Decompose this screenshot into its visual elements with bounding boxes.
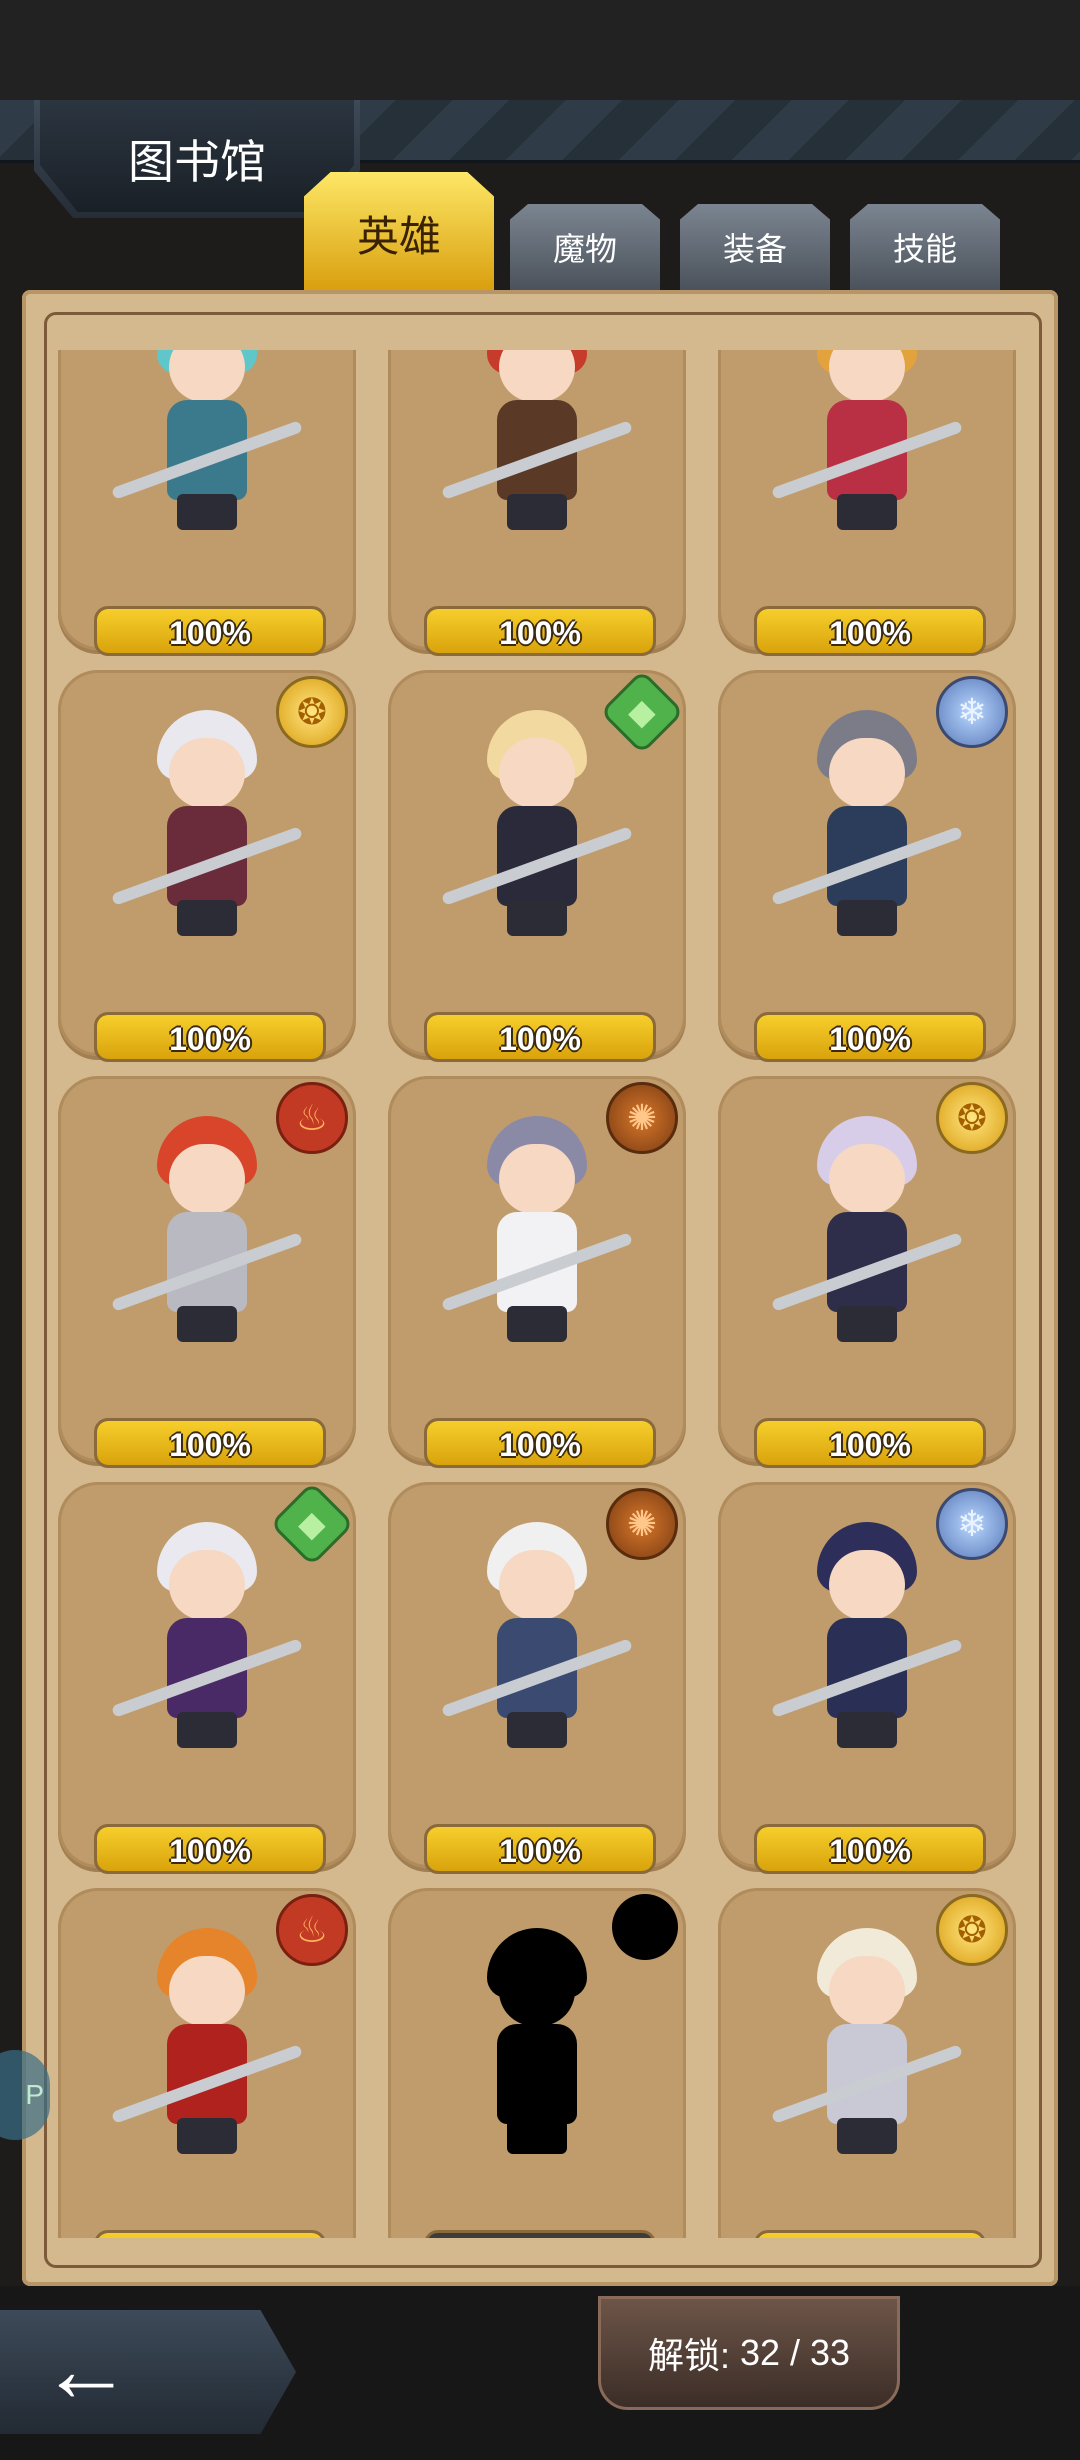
red-element-icon: ♨ [276,1082,348,1154]
tab-equipment[interactable]: 装备 [680,204,830,290]
tab-label: 装备 [722,231,787,267]
progress-label: 100% [499,615,581,651]
progress-bar: 100% [424,1824,656,1874]
progress-bar: 100% [424,1012,656,1062]
blue-element-icon: ❄ [936,676,1008,748]
progress-bar: 100% [424,606,656,656]
hero-card[interactable]: 100% [718,350,1016,656]
progress-fill [97,2233,323,2238]
hero-portrait [770,710,964,940]
progress-bar: 100% [754,1824,986,1874]
tab-label: 技能 [892,231,957,267]
back-arrow-icon: ← [40,2319,132,2421]
hero-card[interactable]: ❂ 100% [718,1076,1016,1468]
progress-label: 100% [169,615,251,651]
gold-element-icon: ❂ [936,1082,1008,1154]
hero-portrait [440,710,634,940]
progress-bar: 0% [424,2230,656,2238]
progress-label: 100% [829,1021,911,1057]
red-element-icon: ♨ [276,1894,348,1966]
locked-hero-silhouette [457,1928,617,2158]
hero-card[interactable]: ◆ 100% [58,1481,356,1874]
unlock-counter: 解锁: 32 / 33 [598,2296,900,2410]
gold-element-icon: ❂ [276,676,348,748]
hero-portrait [110,1116,304,1346]
hero-card[interactable]: ❂ 100% [718,1888,1016,2238]
hero-card[interactable]: ✺ 100% [388,1076,686,1468]
hero-portrait [110,710,304,940]
hero-card[interactable]: ♨ 100% [58,1076,356,1468]
gold-element-icon: ❂ [936,1894,1008,1966]
unlock-value: 32 / 33 [739,2332,851,2373]
hero-card[interactable]: ✺ 100% [388,1482,686,1874]
progress-bar: 100% [754,606,986,656]
orange-element-icon: ✺ [606,1488,678,1560]
progress-bar: 100% [754,1418,986,1468]
side-tab[interactable]: P [0,2050,50,2140]
progress-bar: 100% [94,606,326,656]
progress-bar: 100% [754,2230,986,2238]
tab-monsters[interactable]: 魔物 [510,204,660,290]
progress-label: 100% [169,1021,251,1057]
progress-label: 100% [169,1427,251,1463]
page-title: 图书馆 [128,136,266,188]
progress-label: 100% [829,615,911,651]
black-element-icon [612,1894,678,1960]
progress-bar: 100% [94,2230,326,2238]
progress-bar: 100% [754,1012,986,1062]
hero-card[interactable]: ◆ 100% [388,669,686,1062]
hero-portrait [440,1116,634,1346]
hero-portrait [770,1928,964,2158]
hero-grid-viewport[interactable]: 100% 100% 100% ❂ 100% ◆ 100% ❄ 100% ♨ 100% ✺ 100% ❂ 10… [50,350,1030,2238]
blue-element-icon: ❄ [936,1488,1008,1560]
hero-card[interactable]: ❄ 100% [718,1482,1016,1874]
hero-card[interactable]: 0% [388,1888,686,2238]
hero-card[interactable]: ♨ 100% [58,1888,356,2238]
hero-portrait [770,1116,964,1346]
hero-portrait [440,1522,634,1752]
progress-label: 100% [499,1833,581,1869]
progress-label: 100% [829,1427,911,1463]
hero-portrait [110,1522,304,1752]
hero-portrait [440,350,634,534]
unlock-label: 解锁: [647,2335,730,2376]
progress-fill [757,2233,983,2238]
tab-label: 英雄 [356,212,441,260]
back-button[interactable]: ← [0,2310,296,2434]
progress-label: 100% [499,1021,581,1057]
progress-bar: 100% [94,1418,326,1468]
status-area [0,0,1080,100]
progress-label: 100% [169,1833,251,1869]
hero-card[interactable]: ❄ 100% [718,670,1016,1062]
hero-card[interactable]: ❂ 100% [58,670,356,1062]
progress-bar: 100% [94,1012,326,1062]
tab-heroes[interactable]: 英雄 [304,172,494,294]
hero-portrait [110,1928,304,2158]
hero-portrait [770,350,964,534]
progress-bar: 100% [424,1418,656,1468]
hero-card[interactable]: 100% [58,350,356,656]
progress-label: 100% [499,1427,581,1463]
orange-element-icon: ✺ [606,1082,678,1154]
hero-portrait [110,350,304,534]
tab-skills[interactable]: 技能 [850,204,1000,290]
hero-portrait [770,1522,964,1752]
progress-bar: 100% [94,1824,326,1874]
tab-label: 魔物 [552,231,617,267]
progress-label: 100% [829,1833,911,1869]
hero-card[interactable]: 100% [388,350,686,656]
